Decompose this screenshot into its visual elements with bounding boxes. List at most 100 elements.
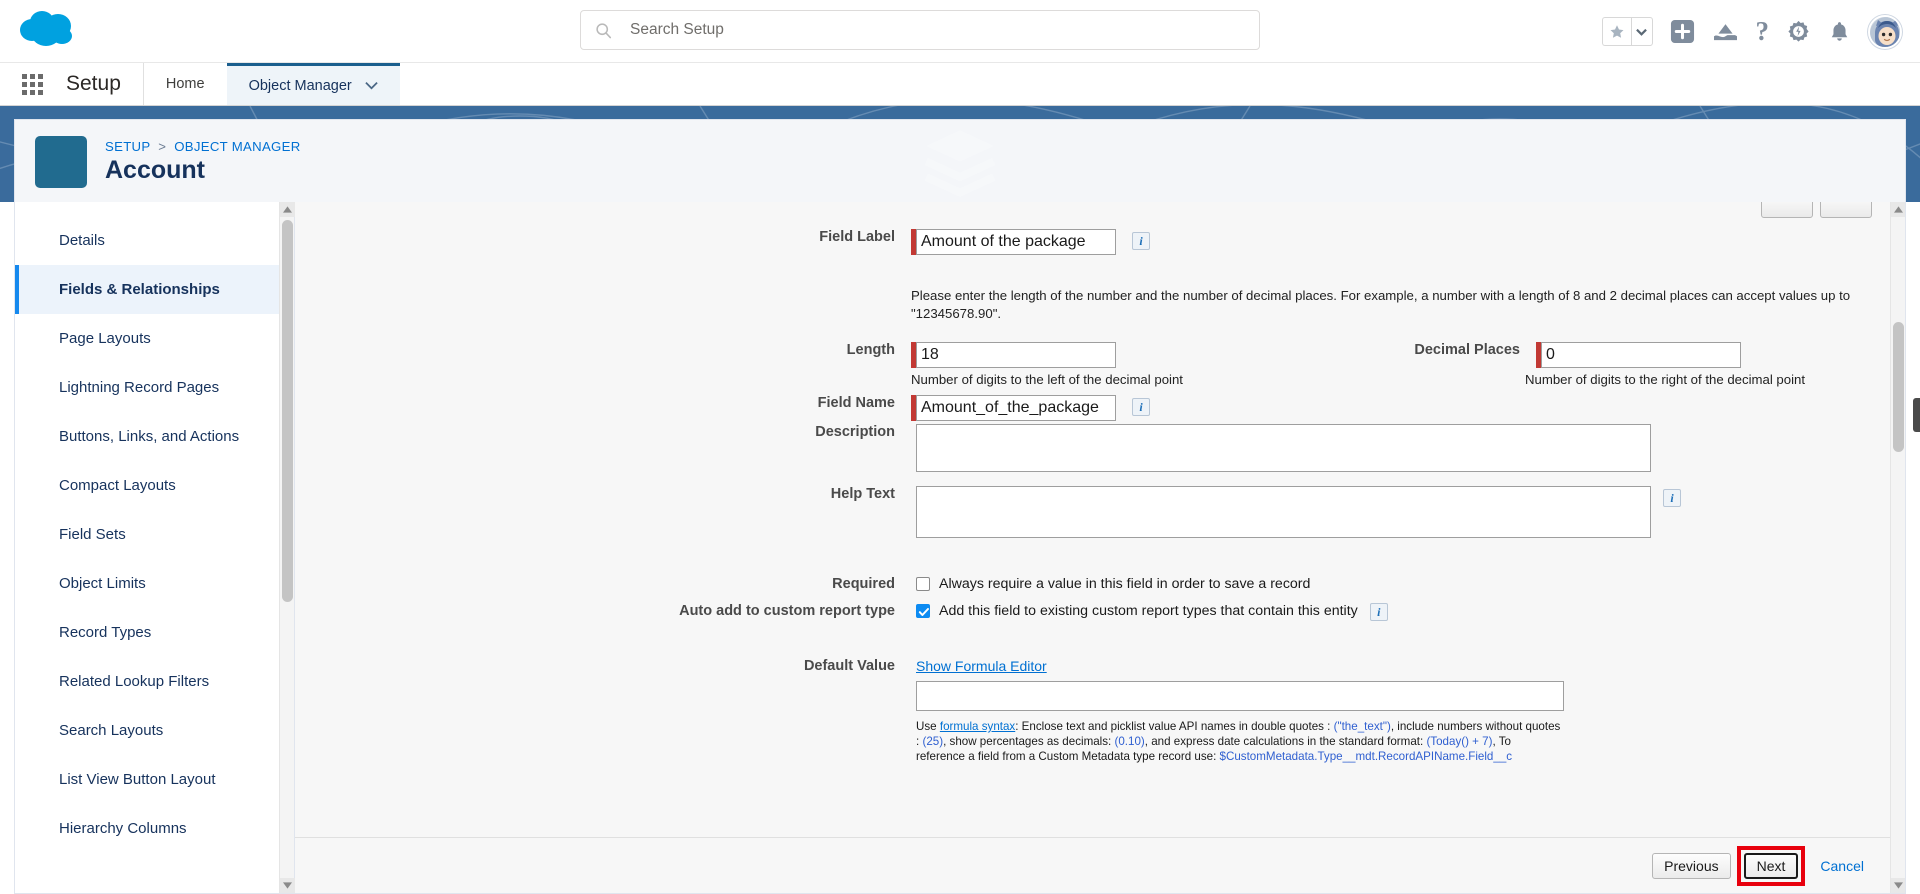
sidebar-item-fields-and-relationships[interactable]: Fields & Relationships	[15, 265, 279, 314]
required-checkbox-group[interactable]: Always require a value in this field in …	[916, 576, 1310, 592]
info-icon[interactable]: i	[1132, 398, 1150, 416]
header-icon-group: ?	[1601, 0, 1902, 63]
sidebar-item-object-limits[interactable]: Object Limits	[15, 559, 279, 608]
auto-add-checkbox-group[interactable]: Add this field to existing custom report…	[916, 603, 1358, 619]
length-label: Length	[846, 342, 895, 358]
sidebar-item-compact-layouts[interactable]: Compact Layouts	[15, 461, 279, 510]
scroll-down-icon[interactable]	[280, 878, 295, 893]
chevron-down-icon[interactable]	[1630, 17, 1653, 46]
search-input[interactable]	[630, 21, 1228, 39]
sidebar-item-search-layouts[interactable]: Search Layouts	[15, 706, 279, 755]
sidebar-scrollbar[interactable]	[279, 202, 295, 893]
global-header: ?	[0, 0, 1920, 63]
intro-note: Please enter the length of the number an…	[911, 287, 1890, 323]
sidebar-item-label: Search Layouts	[59, 722, 164, 739]
length-row: Length Decimal Places	[295, 342, 1890, 387]
bell-icon[interactable]	[1828, 20, 1851, 44]
decimal-places-input-wrap[interactable]	[1536, 342, 1741, 368]
sidebar-item-lightning-record-pages[interactable]: Lightning Record Pages	[15, 363, 279, 412]
search-icon	[596, 22, 612, 38]
note-code-1: ("the_text")	[1333, 720, 1391, 733]
gear-icon[interactable]	[1786, 19, 1811, 44]
tab-object-manager[interactable]: Object Manager	[226, 63, 400, 105]
star-icon[interactable]	[1601, 17, 1631, 46]
next-button-highlight: Next	[1736, 845, 1806, 886]
edge-panel-handle[interactable]	[1913, 398, 1920, 432]
tab-home-label: Home	[165, 76, 205, 92]
sidebar-item-details[interactable]: Details	[15, 216, 279, 265]
page-body: Details Fields & Relationships Page Layo…	[0, 202, 1920, 894]
sidebar-item-list: Details Fields & Relationships Page Layo…	[15, 202, 279, 893]
info-icon[interactable]: i	[1663, 489, 1681, 507]
show-formula-editor-link[interactable]: Show Formula Editor	[916, 658, 1606, 674]
global-search[interactable]	[580, 10, 1260, 50]
field-name-input-wrap[interactable]	[911, 395, 1116, 421]
help-text-textarea[interactable]	[916, 486, 1651, 538]
chevron-down-icon[interactable]	[365, 78, 378, 94]
formula-syntax-link[interactable]: formula syntax	[940, 720, 1015, 733]
required-checkbox[interactable]	[916, 577, 930, 591]
field-label-input[interactable]	[916, 229, 1116, 255]
length-help: Number of digits to the left of the deci…	[911, 372, 1183, 387]
sidebar-item-list-view-button-layout[interactable]: List View Button Layout	[15, 755, 279, 804]
note-text-a: Use	[916, 720, 940, 733]
field-wizard-panel: Field Label i Please enter the length of…	[295, 202, 1906, 894]
auto-add-report-type-row: Auto add to custom report type Add this …	[295, 603, 1890, 621]
sidebar-item-record-types[interactable]: Record Types	[15, 608, 279, 657]
main-scroll-thumb[interactable]	[1893, 322, 1904, 452]
description-textarea[interactable]	[916, 424, 1651, 472]
sidebar-item-label: List View Button Layout	[59, 771, 216, 788]
default-value-textarea[interactable]	[916, 681, 1564, 711]
user-avatar[interactable]	[1868, 14, 1902, 49]
auto-add-checkbox[interactable]	[916, 604, 930, 618]
sidebar-item-label: Fields & Relationships	[59, 281, 220, 298]
setup-nav-bar: Setup Home Object Manager	[0, 63, 1920, 106]
tab-object-manager-label: Object Manager	[248, 77, 352, 94]
trailhead-icon[interactable]	[1712, 20, 1739, 43]
field-label-input-wrap[interactable]	[911, 229, 1116, 255]
plus-icon[interactable]	[1670, 19, 1695, 44]
info-icon[interactable]: i	[1369, 603, 1388, 621]
sidebar-item-field-sets[interactable]: Field Sets	[15, 510, 279, 559]
required-checkbox-label: Always require a value in this field in …	[939, 576, 1311, 592]
app-launcher-icon[interactable]	[22, 63, 52, 105]
length-input-wrap[interactable]	[911, 342, 1116, 368]
help-text-label: Help Text	[830, 486, 895, 502]
sidebar-item-label: Hierarchy Columns	[59, 820, 187, 837]
salesforce-cloud-logo[interactable]	[18, 8, 80, 54]
next-button[interactable]: Next	[1743, 852, 1799, 879]
favorites-group[interactable]	[1601, 17, 1653, 46]
top-button-next[interactable]	[1820, 202, 1872, 218]
decimal-places-input[interactable]	[1541, 342, 1741, 368]
sidebar-scroll-thumb[interactable]	[282, 220, 293, 602]
top-button-row	[1761, 202, 1872, 218]
field-name-input[interactable]	[916, 395, 1116, 421]
field-name-row: Field Name i	[295, 395, 1890, 421]
top-button-previous[interactable]	[1761, 202, 1813, 218]
sidebar-item-related-lookup-filters[interactable]: Related Lookup Filters	[15, 657, 279, 706]
main-scrollbar[interactable]	[1890, 202, 1905, 893]
scroll-up-icon[interactable]	[1891, 202, 1905, 217]
sidebar-item-buttons-links-actions[interactable]: Buttons, Links, and Actions	[15, 412, 279, 461]
sidebar-item-label: Related Lookup Filters	[59, 673, 210, 690]
sidebar-item-page-layouts[interactable]: Page Layouts	[15, 314, 279, 363]
help-icon[interactable]: ?	[1756, 18, 1770, 45]
note-code-2: (25)	[922, 735, 944, 748]
info-icon[interactable]: i	[1132, 232, 1150, 250]
sidebar-item-label: Details	[59, 232, 105, 249]
length-input[interactable]	[916, 342, 1116, 368]
sidebar-item-label: Page Layouts	[59, 330, 151, 347]
note-code-3: (0.10)	[1114, 735, 1145, 748]
search-box[interactable]	[580, 10, 1260, 50]
sidebar-item-hierarchy-columns[interactable]: Hierarchy Columns	[15, 804, 279, 853]
tab-home[interactable]: Home	[144, 63, 227, 105]
scroll-down-icon[interactable]	[1891, 878, 1905, 893]
description-row: Description	[295, 424, 1890, 472]
scroll-up-icon[interactable]	[280, 202, 295, 217]
cancel-link[interactable]: Cancel	[1820, 858, 1864, 874]
page-banner: SETUP > OBJECT MANAGER Account	[0, 106, 1920, 202]
previous-button[interactable]: Previous	[1652, 852, 1731, 879]
field-label-label: Field Label	[819, 229, 895, 245]
nav-tab-list: Home Object Manager	[142, 63, 400, 105]
setup-title: Setup	[66, 72, 121, 95]
